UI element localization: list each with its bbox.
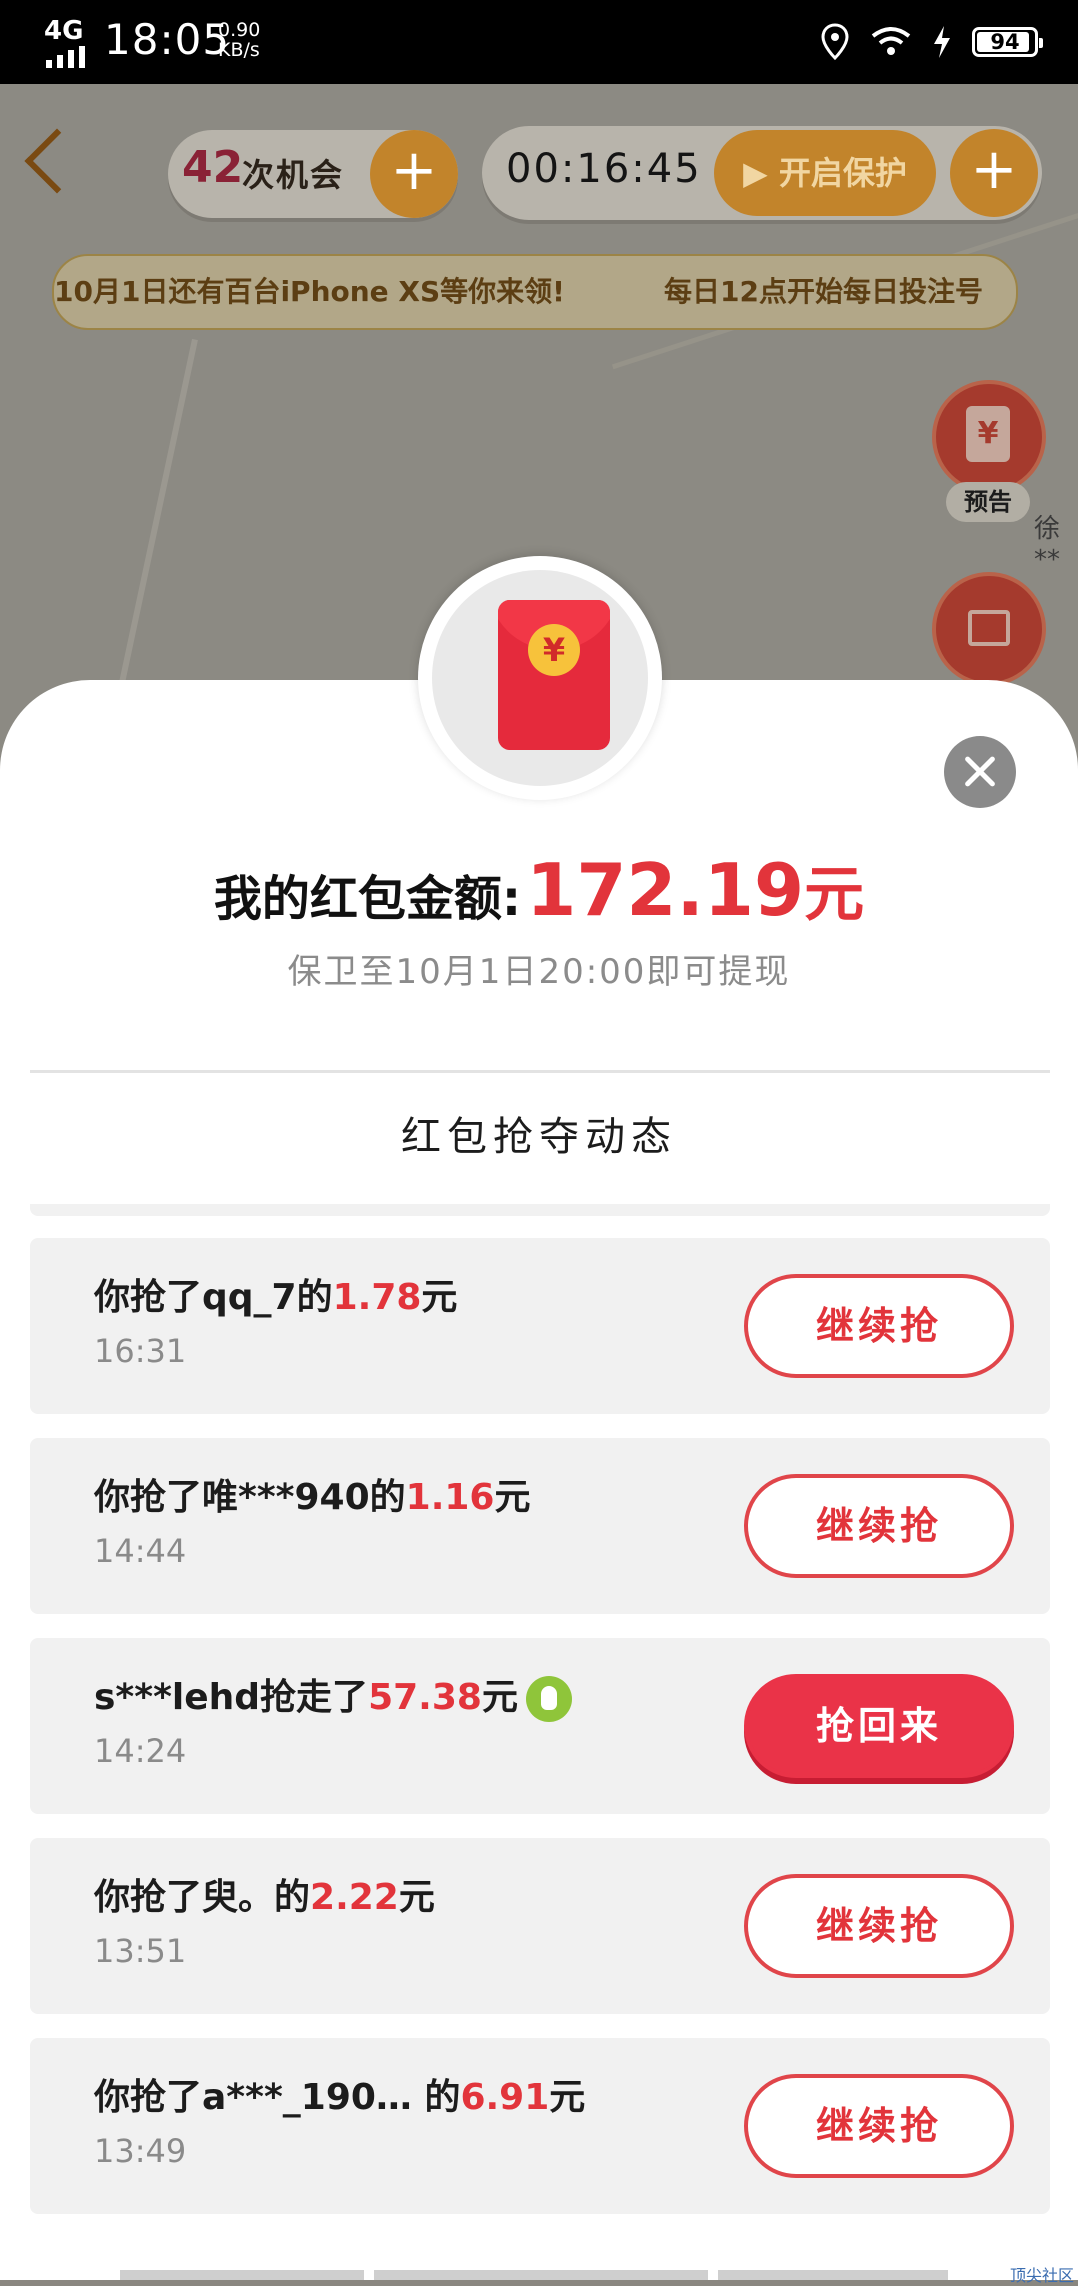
network-speed: 0.90 KB/s bbox=[218, 20, 260, 60]
grab-prefix: 你抢了唯***940的 bbox=[94, 1477, 406, 1518]
grab-amount: 2.22 bbox=[310, 1877, 399, 1918]
amount-unit: 元 bbox=[804, 860, 864, 930]
continue-grab-button[interactable]: 继续抢 bbox=[744, 2074, 1014, 2178]
amount-value: 172.19 bbox=[526, 848, 804, 932]
grab-time: 13:49 bbox=[94, 2132, 186, 2170]
grab-description: 你抢了a***_190… 的6.91元 bbox=[94, 2068, 585, 2120]
red-envelope-amount: 我的红包金额: 172.19元 bbox=[0, 846, 1078, 933]
grab-time: 13:51 bbox=[94, 1932, 186, 1970]
list-item: s***lehd抢走了57.38元 14:24 抢回来 bbox=[30, 1638, 1050, 1814]
wave-hand-icon bbox=[526, 1676, 572, 1722]
tab-indicator bbox=[120, 2270, 364, 2280]
grab-amount: 1.16 bbox=[406, 1477, 495, 1518]
continue-grab-button[interactable]: 继续抢 bbox=[744, 1874, 1014, 1978]
yuan-coin-icon: ¥ bbox=[528, 624, 580, 676]
network-speed-unit: KB/s bbox=[218, 40, 260, 60]
network-type: 4G bbox=[44, 18, 83, 44]
network-speed-value: 0.90 bbox=[218, 20, 260, 40]
charging-icon bbox=[932, 25, 952, 59]
grab-prefix: 你抢了qq_7的 bbox=[94, 1277, 333, 1318]
grab-back-button[interactable]: 抢回来 bbox=[744, 1674, 1014, 1778]
chance-count: 42 bbox=[182, 142, 243, 193]
side-user-name: 徐** bbox=[1034, 508, 1078, 575]
add-chance-button[interactable]: + bbox=[370, 130, 458, 218]
red-envelope-icon: ¥ bbox=[498, 600, 610, 750]
tab-indicator bbox=[374, 2270, 708, 2280]
bottom-tab-strip bbox=[120, 2270, 948, 2280]
withdraw-hint: 保卫至10月1日20:00即可提现 bbox=[0, 944, 1078, 993]
announcement-banner: 10月1日还有百台iPhone XS等你来领! 每日12点开始每日投注号 bbox=[52, 254, 1018, 330]
grab-description: 你抢了臾。的2.22元 bbox=[94, 1868, 435, 1920]
add-time-button[interactable]: + bbox=[950, 129, 1038, 217]
grab-description: 你抢了qq_7的1.78元 bbox=[94, 1268, 457, 1320]
clock: 18:05 bbox=[104, 14, 230, 66]
red-envelope-avatar-bg: ¥ bbox=[432, 570, 648, 786]
red-envelope-avatar: ¥ bbox=[418, 556, 662, 800]
grab-description: s***lehd抢走了57.38元 bbox=[94, 1668, 572, 1722]
red-envelope-icon: ¥ bbox=[966, 406, 1010, 462]
start-protection-button[interactable]: ▶ 开启保护 bbox=[714, 130, 936, 216]
grab-amount: 1.78 bbox=[333, 1277, 422, 1318]
grab-description: 你抢了唯***940的1.16元 bbox=[94, 1468, 530, 1520]
timer-value: 00:16:45 bbox=[506, 146, 702, 192]
battery-level: 94 bbox=[990, 30, 1019, 54]
grab-suffix: 元 bbox=[494, 1477, 530, 1518]
list-item: 你抢了a***_190… 的6.91元 13:49 继续抢 bbox=[30, 2038, 1050, 2214]
divider bbox=[30, 1070, 1050, 1073]
grab-time: 14:24 bbox=[94, 1732, 186, 1770]
battery-icon: 94 bbox=[972, 27, 1038, 57]
grab-suffix: 元 bbox=[549, 2077, 585, 2118]
shopping-bag-icon bbox=[968, 610, 1010, 646]
feed-title: 红包抢夺动态 bbox=[0, 1104, 1078, 1162]
grab-prefix: 你抢了臾。的 bbox=[94, 1877, 310, 1918]
grab-prefix: s***lehd抢走了 bbox=[94, 1677, 368, 1718]
grab-time: 14:44 bbox=[94, 1532, 186, 1570]
grab-prefix: 你抢了a***_190… 的 bbox=[94, 2077, 460, 2118]
chance-label: 次机会 bbox=[242, 150, 344, 196]
status-bar: 4G 18:05 0.90 KB/s 94 bbox=[0, 0, 1078, 84]
close-icon[interactable] bbox=[944, 736, 1016, 808]
preview-button[interactable]: ¥ bbox=[932, 380, 1046, 494]
grab-feed-list: 你抢了qq_7的1.78元 16:31 继续抢 你抢了唯***940的1.16元… bbox=[30, 1238, 1050, 2238]
list-item-partial bbox=[30, 1204, 1050, 1216]
continue-grab-button[interactable]: 继续抢 bbox=[744, 1274, 1014, 1378]
grab-suffix: 元 bbox=[482, 1677, 518, 1718]
signal-icon bbox=[46, 46, 85, 68]
banner-text-left: 10月1日还有百台iPhone XS等你来领! bbox=[54, 256, 565, 328]
grab-suffix: 元 bbox=[399, 1877, 435, 1918]
start-protection-label: 开启保护 bbox=[779, 154, 907, 192]
continue-grab-button[interactable]: 继续抢 bbox=[744, 1474, 1014, 1578]
banner-text-right: 每日12点开始每日投注号 bbox=[664, 256, 983, 328]
list-item: 你抢了臾。的2.22元 13:51 继续抢 bbox=[30, 1838, 1050, 2014]
wifi-icon bbox=[870, 26, 912, 58]
chance-counter: 42 次机会 + bbox=[168, 130, 458, 218]
amount-label: 我的红包金额: bbox=[214, 871, 521, 927]
list-item: 你抢了唯***940的1.16元 14:44 继续抢 bbox=[30, 1438, 1050, 1614]
location-icon bbox=[820, 23, 850, 61]
shop-button[interactable] bbox=[932, 572, 1046, 686]
list-item: 你抢了qq_7的1.78元 16:31 继续抢 bbox=[30, 1238, 1050, 1414]
status-icons: 94 bbox=[820, 20, 1038, 64]
watermark: 顶尖社区 bbox=[1010, 2262, 1074, 2286]
tab-indicator bbox=[718, 2270, 948, 2280]
play-icon: ▶ bbox=[743, 154, 779, 192]
protection-timer: 00:16:45 ▶ 开启保护 + bbox=[482, 126, 1042, 220]
grab-time: 16:31 bbox=[94, 1332, 186, 1370]
grab-amount: 6.91 bbox=[460, 2077, 549, 2118]
grab-amount: 57.38 bbox=[368, 1677, 482, 1718]
grab-suffix: 元 bbox=[421, 1277, 457, 1318]
preview-label: 预告 bbox=[946, 482, 1030, 522]
